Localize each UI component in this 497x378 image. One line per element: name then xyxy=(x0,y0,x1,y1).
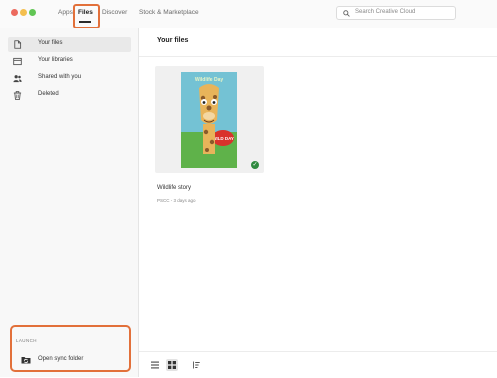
tab-apps[interactable]: Apps xyxy=(58,9,73,16)
close-window-button[interactable] xyxy=(11,9,18,16)
sidebar-item-shared-with-you[interactable]: Shared with you xyxy=(8,71,131,86)
sort-button[interactable] xyxy=(190,359,202,371)
sidebar-item-your-libraries[interactable]: Your libraries xyxy=(8,54,131,69)
grid-view-button[interactable] xyxy=(166,359,178,371)
trash-icon xyxy=(13,91,22,100)
minimize-window-button[interactable] xyxy=(20,9,27,16)
check-mark-glyph: ✓ xyxy=(252,162,258,168)
file-icon xyxy=(14,40,22,49)
file-name[interactable]: Wildlife story xyxy=(157,185,191,191)
people-icon xyxy=(13,75,22,83)
sidebar-item-your-files[interactable]: Your files xyxy=(8,37,131,52)
title-divider xyxy=(139,56,497,57)
tab-discover[interactable]: Discover xyxy=(102,9,127,16)
launch-section-highlight xyxy=(10,325,131,372)
list-view-icon xyxy=(151,361,159,369)
search-input[interactable]: Search Creative Cloud xyxy=(336,6,456,20)
tab-stock-marketplace[interactable]: Stock & Marketplace xyxy=(139,9,199,16)
app-window: Apps Files Discover Stock & Marketplace … xyxy=(0,0,497,377)
zoom-window-button[interactable] xyxy=(29,9,36,16)
title-bar: Apps Files Discover Stock & Marketplace … xyxy=(0,0,497,29)
file-thumbnail: WILD DAY Wildlife Day xyxy=(181,72,237,168)
sort-icon xyxy=(193,361,200,369)
main-content: Your files WILD DAY Wildlife Day ✓ Wildl… xyxy=(139,28,497,377)
cover-title-text: Wildlife Day xyxy=(195,77,224,83)
sidebar-item-label: Your libraries xyxy=(38,57,73,63)
sidebar-item-label: Deleted xyxy=(38,91,59,97)
search-placeholder: Search Creative Cloud xyxy=(355,9,416,15)
file-card[interactable]: WILD DAY Wildlife Day ✓ xyxy=(155,66,264,173)
page-title: Your files xyxy=(157,37,189,44)
library-icon xyxy=(13,57,22,66)
view-toolbar xyxy=(139,351,497,378)
sidebar-item-label: Your files xyxy=(38,40,63,46)
grid-view-icon xyxy=(168,361,176,369)
cover-badge-text: WILD DAY xyxy=(212,136,234,141)
sidebar-item-deleted[interactable]: Deleted xyxy=(8,88,131,103)
list-view-button[interactable] xyxy=(149,359,161,371)
file-meta: PSCC - 3 days ago xyxy=(157,198,196,203)
files-tab-highlight xyxy=(73,4,100,29)
sidebar-item-label: Shared with you xyxy=(38,74,82,80)
search-icon xyxy=(343,10,350,17)
